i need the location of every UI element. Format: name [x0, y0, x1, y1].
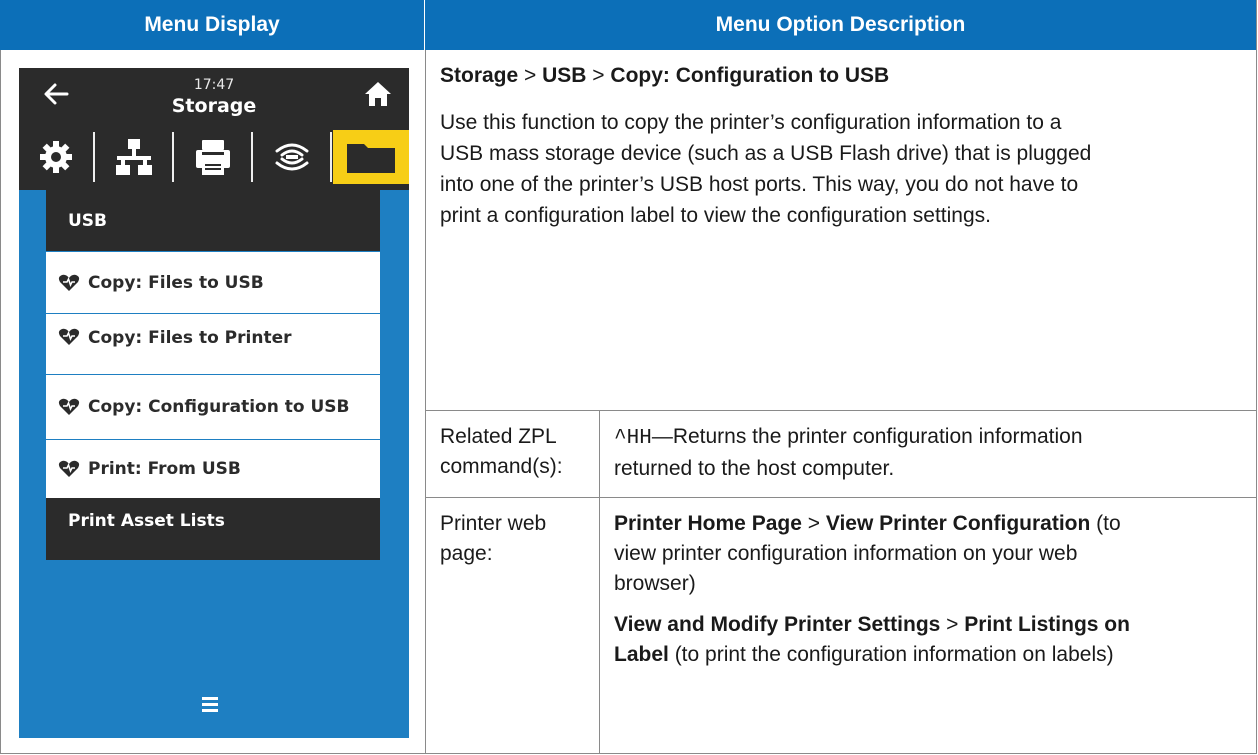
menu-item-label: Print: From USB — [88, 459, 241, 479]
menu-item-print-asset-lists[interactable]: Print Asset Lists — [46, 498, 380, 560]
printer-touchscreen: 17:47 Storage USB Copy: Files to USB Cop… — [19, 68, 409, 738]
path-separator: > — [801, 512, 826, 535]
menu-item-print-from-usb[interactable]: Print: From USB — [46, 440, 380, 498]
zpl-label: Related ZPL command(s): — [440, 422, 563, 482]
print-tab[interactable] — [176, 130, 250, 184]
web-page-label: Printer web page: — [440, 509, 546, 569]
label-column-divider — [599, 411, 600, 754]
menu-item-label: Copy: Files to Printer — [88, 328, 292, 348]
menu-item-usb[interactable]: USB — [46, 190, 380, 251]
path-separator: > — [940, 613, 965, 636]
zpl-text: returned to the host computer. — [614, 457, 895, 480]
path-separator: > — [518, 64, 543, 87]
description-body: Use this function to copy the printer’s … — [440, 107, 1091, 231]
web-text: view printer configuration information o… — [614, 542, 1078, 565]
web-label-line: page: — [440, 542, 493, 565]
tab-separator — [330, 132, 332, 182]
menu-item-label: Print Asset Lists — [68, 511, 225, 531]
path-separator: > — [586, 64, 611, 87]
heart-icon — [58, 274, 80, 291]
printer-icon — [196, 140, 230, 175]
header-menu-display: Menu Display — [0, 0, 425, 50]
zpl-text: —Returns the printer configuration infor… — [651, 425, 1083, 448]
zpl-code: ^HH — [614, 427, 652, 450]
web-link-home-page: Printer Home Page — [614, 512, 802, 535]
web-text: browser) — [614, 572, 696, 595]
heart-icon — [58, 460, 80, 477]
path-copy-configuration: Copy: Configuration to USB — [610, 64, 890, 87]
network-tab[interactable] — [97, 130, 171, 184]
zpl-label-line: Related ZPL — [440, 425, 557, 448]
column-divider — [425, 50, 426, 754]
body-line: print a configuration label to view the … — [440, 204, 991, 227]
zpl-label-line: command(s): — [440, 455, 563, 478]
rfid-tab[interactable] — [255, 130, 329, 184]
tab-separator — [251, 132, 253, 182]
category-tab-bar — [19, 124, 409, 190]
web-link-print-listings: Print Listings on — [964, 613, 1130, 636]
menu-item-label: USB — [68, 210, 108, 231]
tab-separator — [93, 132, 95, 182]
web-label-line: Printer web — [440, 512, 547, 535]
row-divider — [425, 410, 1257, 411]
menu-item-copy-files-to-printer[interactable]: Copy: Files to Printer — [46, 314, 380, 374]
settings-tab[interactable] — [19, 130, 93, 184]
menu-path: Storage > USB > Copy: Configuration to U… — [440, 60, 889, 91]
web-link-label: Label — [614, 643, 669, 666]
screen-title: Storage — [171, 95, 257, 117]
heart-icon — [58, 398, 80, 415]
rfid-wireless-icon — [275, 143, 309, 171]
menu-item-copy-configuration-to-usb[interactable]: Copy: Configuration to USB — [46, 375, 380, 439]
web-link-view-configuration: View Printer Configuration — [825, 512, 1091, 535]
web-text: (to print the configuration information … — [668, 643, 1114, 666]
menu-item-label: Copy: Files to USB — [88, 272, 264, 293]
storage-tab[interactable] — [333, 130, 409, 184]
body-line: into one of the printer’s USB host ports… — [440, 173, 1079, 196]
tab-separator — [172, 132, 174, 182]
network-icon — [116, 139, 152, 175]
web-text: (to — [1090, 512, 1121, 535]
hamburger-menu-icon[interactable] — [200, 694, 226, 714]
row-divider — [425, 497, 1257, 498]
path-storage: Storage — [440, 64, 519, 87]
web-link-modify-settings: View and Modify Printer Settings — [614, 613, 941, 636]
clock-time: 17:47 — [193, 77, 235, 93]
menu-item-label: Copy: Configuration to USB — [88, 397, 350, 417]
web-page-description: Printer Home Page > View Printer Configu… — [614, 509, 1130, 670]
folder-icon — [347, 144, 395, 173]
body-line: USB mass storage device (such as a USB F… — [440, 142, 1092, 165]
settings-gear-icon — [40, 141, 72, 173]
menu-item-copy-files-to-usb[interactable]: Copy: Files to USB — [46, 252, 380, 313]
zpl-description: ^HH—Returns the printer configuration in… — [614, 422, 1083, 484]
header-menu-option-description: Menu Option Description — [425, 0, 1256, 50]
path-usb: USB — [542, 64, 587, 87]
heart-icon — [58, 328, 80, 345]
home-icon[interactable] — [363, 79, 393, 109]
body-line: Use this function to copy the printer’s … — [440, 111, 1062, 134]
